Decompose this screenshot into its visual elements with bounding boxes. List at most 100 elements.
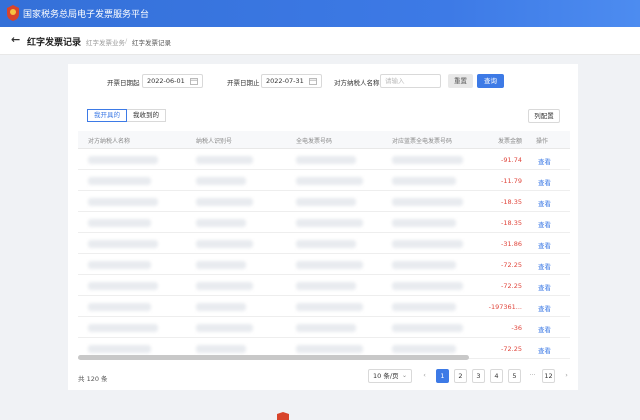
redacted-cell — [88, 345, 151, 353]
page-button[interactable]: 5 — [508, 369, 521, 383]
redacted-cell — [196, 282, 253, 290]
breadcrumb-parent[interactable]: 红字发票业务 — [86, 37, 125, 47]
redacted-cell — [296, 345, 363, 353]
redacted-cell — [392, 345, 456, 353]
page-title: 红字发票记录 — [27, 38, 82, 48]
redacted-cell — [296, 303, 363, 311]
redacted-cell — [196, 345, 246, 353]
page-button[interactable]: 1 — [436, 369, 449, 383]
redacted-cell — [88, 261, 151, 269]
view-link[interactable]: 查看 — [538, 177, 551, 187]
invoice-amount: -18.35 — [501, 198, 522, 206]
redacted-cell — [88, 219, 151, 227]
redacted-cell — [196, 240, 253, 248]
table-row: -197361... 查看 — [78, 297, 570, 317]
view-link[interactable]: 查看 — [538, 219, 551, 229]
start-date-label: 开票日期起 — [107, 79, 140, 87]
redacted-cell — [296, 219, 363, 227]
table-row: -11.79 查看 — [78, 171, 570, 191]
breadcrumb-bar: ← 红字发票记录 红字发票业务 / 红字发票记录 — [0, 27, 640, 55]
redacted-cell — [296, 324, 356, 332]
top-header: 国家税务总局电子发票服务平台 — [0, 0, 640, 27]
redacted-cell — [196, 261, 246, 269]
page-button[interactable]: 4 — [490, 369, 503, 383]
page-size-select[interactable]: 10 条/页 ⌄ — [368, 369, 412, 383]
redacted-cell — [296, 156, 356, 164]
buyer-name-label: 对方纳税人名称 — [334, 79, 380, 87]
table-row: -31.86 查看 — [78, 234, 570, 254]
redacted-cell — [196, 156, 253, 164]
calendar-icon — [309, 78, 317, 85]
table-header: 对方纳税人名称 纳税人识别号 全电发票号码 对应蓝票全电发票号码 发票金额 操作 — [78, 131, 570, 149]
col-blue-invoice-number: 对应蓝票全电发票号码 — [392, 138, 453, 145]
page-button[interactable]: 3 — [472, 369, 485, 383]
direction-tabs: 我开具的 我收到的 — [87, 109, 166, 122]
buyer-name-input[interactable]: 请输入 — [380, 74, 441, 88]
invoice-amount: -36 — [511, 324, 522, 332]
view-link[interactable]: 查看 — [538, 261, 551, 271]
view-link[interactable]: 查看 — [538, 240, 551, 250]
redacted-cell — [392, 261, 456, 269]
redacted-cell — [296, 198, 356, 206]
table-row: -18.35 查看 — [78, 213, 570, 233]
view-link[interactable]: 查看 — [538, 303, 551, 313]
redacted-cell — [88, 198, 158, 206]
horizontal-scrollbar[interactable] — [78, 355, 469, 360]
start-date-input[interactable]: 2022-06-01 — [142, 74, 203, 88]
redacted-cell — [196, 219, 246, 227]
invoice-amount: -197361... — [488, 303, 522, 311]
invoice-amount: -11.79 — [501, 177, 522, 185]
view-link[interactable]: 查看 — [538, 156, 551, 166]
redacted-cell — [196, 303, 246, 311]
invoice-amount: -31.86 — [501, 240, 522, 248]
col-invoice-number: 全电发票号码 — [296, 138, 333, 145]
redacted-cell — [196, 177, 246, 185]
view-link[interactable]: 查看 — [538, 198, 551, 208]
reset-button[interactable]: 重置 — [448, 74, 473, 88]
table-row: -36 查看 — [78, 318, 570, 338]
redacted-cell — [196, 324, 253, 332]
tab-received[interactable]: 我收到的 — [127, 109, 166, 122]
invoice-amount: -72.25 — [501, 261, 522, 269]
total-count: 共 120 条 — [78, 375, 108, 383]
redacted-cell — [296, 261, 363, 269]
redacted-cell — [392, 282, 463, 290]
platform-title: 国家税务总局电子发票服务平台 — [23, 10, 150, 20]
redacted-cell — [392, 156, 463, 164]
table-row: -72.25 查看 — [78, 255, 570, 275]
redacted-cell — [88, 177, 151, 185]
redacted-cell — [296, 240, 356, 248]
redacted-cell — [392, 177, 456, 185]
invoice-amount: -72.25 — [501, 282, 522, 290]
tax-emblem-icon — [7, 5, 19, 21]
table-row: -91.74 查看 — [78, 150, 570, 170]
calendar-icon — [190, 78, 198, 85]
redacted-cell — [88, 282, 158, 290]
main-card: 开票日期起 2022-06-01 开票日期止 2022-07-31 对方纳税人名… — [68, 64, 578, 390]
query-button[interactable]: 查询 — [477, 74, 504, 88]
table-row: -18.35 查看 — [78, 192, 570, 212]
redacted-cell — [392, 219, 456, 227]
invoice-amount: -18.35 — [501, 219, 522, 227]
end-date-input[interactable]: 2022-07-31 — [261, 74, 322, 88]
redacted-cell — [392, 303, 456, 311]
pagination-ellipsis: ··· — [526, 369, 539, 383]
redacted-cell — [88, 156, 158, 164]
view-link[interactable]: 查看 — [538, 324, 551, 334]
view-link[interactable]: 查看 — [538, 345, 551, 355]
redacted-cell — [88, 240, 158, 248]
col-amount: 发票金额 — [498, 138, 523, 145]
chevron-left-icon[interactable]: ‹ — [418, 369, 431, 383]
redacted-cell — [196, 198, 253, 206]
redacted-cell — [296, 282, 356, 290]
page-button[interactable]: 12 — [542, 369, 555, 383]
table-row: -72.25 查看 — [78, 276, 570, 296]
chevron-right-icon[interactable]: › — [560, 369, 573, 383]
tab-issued[interactable]: 我开具的 — [87, 109, 127, 122]
column-settings-button[interactable]: 列配置 — [528, 109, 560, 123]
page-button[interactable]: 2 — [454, 369, 467, 383]
arrow-left-icon[interactable]: ← — [11, 34, 23, 46]
redacted-cell — [88, 303, 151, 311]
redacted-cell — [296, 177, 363, 185]
view-link[interactable]: 查看 — [538, 282, 551, 292]
